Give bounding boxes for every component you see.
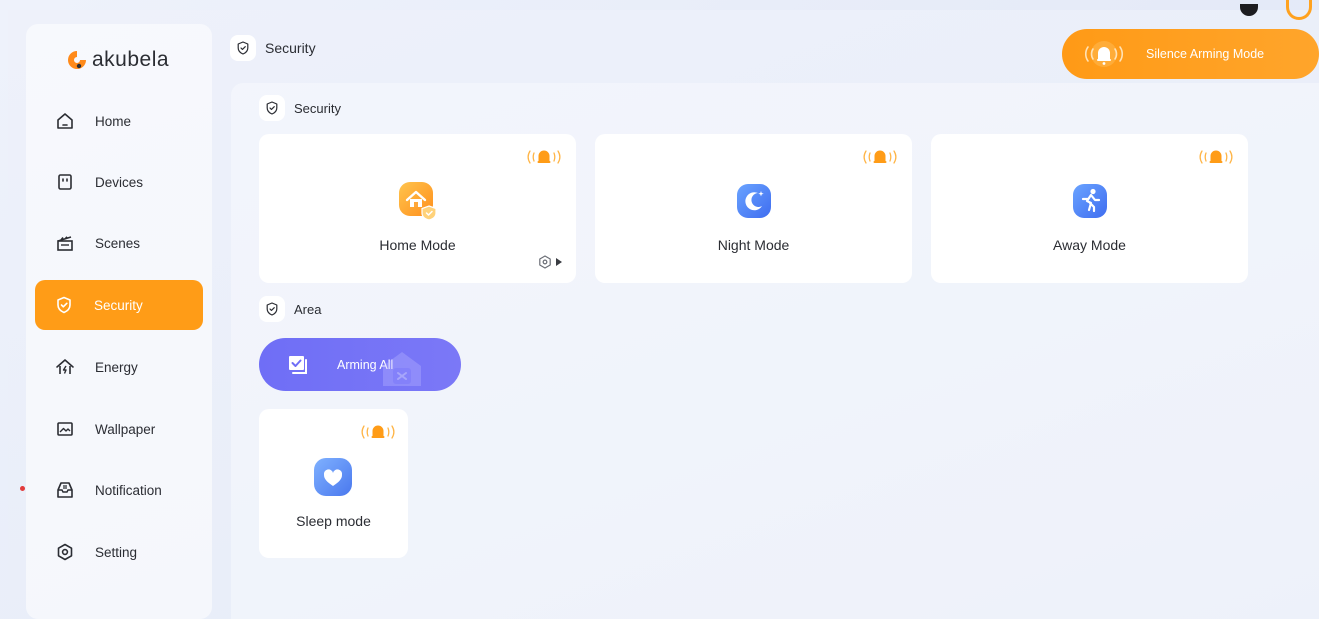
checkbox-icon: [289, 355, 307, 374]
mode-label: Home Mode: [379, 237, 456, 253]
alarm-bell-icon: [527, 150, 561, 164]
house-ghost-icon: [383, 352, 421, 386]
section-title: Security: [294, 100, 341, 116]
alarm-bell-icon: [863, 150, 897, 164]
unread-dot: [20, 486, 25, 491]
mode-card-home[interactable]: Home Mode: [259, 134, 576, 283]
sidebar-item-setting[interactable]: Setting: [36, 527, 204, 577]
mode-label: Night Mode: [717, 237, 790, 253]
sidebar-item-label: Wallpaper: [95, 421, 156, 437]
mode-label: Away Mode: [1053, 237, 1126, 253]
mode-card-away[interactable]: Away Mode: [931, 134, 1248, 283]
device-icon: [54, 171, 76, 193]
sidebar-item-label: Devices: [95, 174, 144, 190]
section-header-security: Security: [259, 95, 341, 121]
sidebar-item-energy[interactable]: Energy: [36, 342, 204, 392]
silence-button-label: Silence Arming Mode: [1146, 47, 1265, 61]
settings-hex-icon: [54, 541, 76, 563]
energy-house-icon: [54, 356, 76, 378]
page-title: Security: [265, 40, 316, 56]
sleep-mode-icon: [314, 458, 352, 496]
arming-all-button[interactable]: Arming All: [259, 338, 461, 391]
shield-icon: [230, 35, 256, 61]
away-mode-icon: [1072, 184, 1107, 218]
sidebar-item-label: Scenes: [95, 235, 141, 251]
sidebar-item-label: Notification: [95, 482, 162, 498]
section-title: Area: [294, 301, 322, 317]
alarm-bell-icon: [1074, 39, 1134, 69]
caret-right-icon: [556, 258, 562, 266]
home-icon: [54, 110, 76, 132]
logo: akubela: [66, 48, 169, 72]
image-icon: [54, 418, 76, 440]
sidebar-item-home[interactable]: Home: [36, 96, 204, 146]
area-card-sleep[interactable]: Sleep mode: [259, 409, 408, 558]
silence-arming-mode-button[interactable]: Silence Arming Mode: [1062, 29, 1319, 79]
sidebar-item-label: Home: [95, 113, 132, 129]
page-header: Security: [230, 30, 316, 66]
sidebar-item-notification[interactable]: Notification: [20, 465, 204, 515]
shield-icon: [259, 296, 285, 322]
shield-icon: [259, 95, 285, 121]
logo-text: akubela: [92, 48, 170, 71]
sidebar-item-label: Security: [94, 297, 143, 313]
shield-icon: [53, 294, 75, 316]
alarm-bell-icon: [361, 425, 395, 439]
inbox-icon: [54, 479, 76, 501]
sidebar-item-wallpaper[interactable]: Wallpaper: [36, 404, 204, 454]
sidebar: akubela Home Devices Scenes Security Ene…: [20, 24, 212, 619]
alarm-bell-icon: [1199, 150, 1233, 164]
section-header-area: Area: [259, 296, 321, 322]
home-mode-icon: [398, 182, 437, 221]
settings-hex-icon: [539, 255, 551, 269]
mode-card-night[interactable]: Night Mode: [595, 134, 912, 283]
sidebar-item-security[interactable]: Security: [35, 280, 203, 330]
area-label: Sleep mode: [296, 513, 371, 529]
mode-settings-button[interactable]: [537, 254, 562, 270]
sidebar-item-label: Setting: [95, 544, 138, 560]
night-mode-icon: [736, 184, 771, 218]
clapper-icon: [54, 232, 76, 254]
sidebar-item-label: Energy: [95, 359, 138, 375]
akubela-logo-icon: [68, 51, 86, 69]
sidebar-item-scenes[interactable]: Scenes: [36, 218, 204, 268]
sidebar-item-devices[interactable]: Devices: [36, 157, 204, 207]
